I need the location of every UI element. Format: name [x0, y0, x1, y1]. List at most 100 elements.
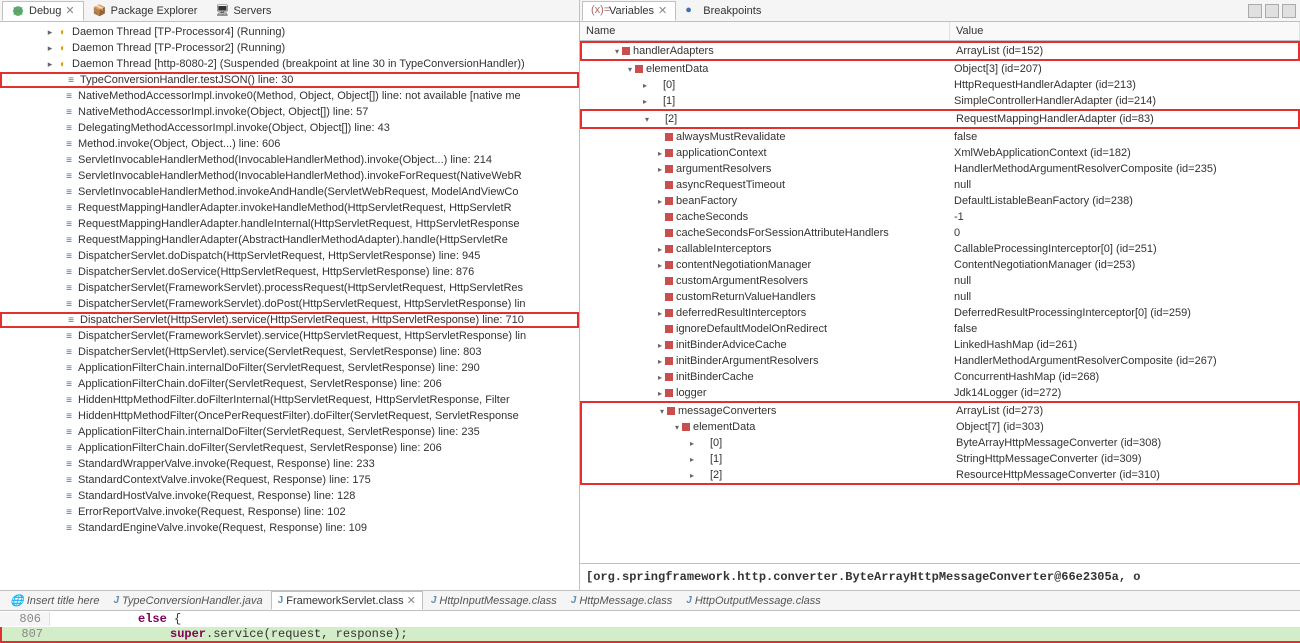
array-element-icon: [697, 470, 707, 480]
stack-frame[interactable]: ≡DispatcherServlet(FrameworkServlet).ser…: [0, 328, 579, 344]
tab-debug[interactable]: Debug ✕: [2, 1, 84, 21]
java-file-icon: J: [431, 595, 437, 606]
close-icon[interactable]: ✕: [407, 594, 416, 607]
editor-tab[interactable]: JTypeConversionHandler.java: [107, 593, 268, 609]
stack-frame[interactable]: ≡DispatcherServlet.doDispatch(HttpServle…: [0, 248, 579, 264]
tab-breakpoints[interactable]: ● Breakpoints: [676, 1, 770, 21]
variable-row[interactable]: ▸[0]ByteArrayHttpMessageConverter (id=30…: [582, 435, 1298, 451]
variable-row[interactable]: ▸loggerJdk14Logger (id=272): [580, 385, 1300, 401]
stack-frame[interactable]: ≡RequestMappingHandlerAdapter.handleInte…: [0, 216, 579, 232]
thread-row[interactable]: ▸◐Daemon Thread [http-8080-2] (Suspended…: [0, 56, 579, 72]
variable-row[interactable]: ▸[2]ResourceHttpMessageConverter (id=310…: [582, 467, 1298, 483]
stack-frame[interactable]: ≡ApplicationFilterChain.internalDoFilter…: [0, 360, 579, 376]
variable-row[interactable]: ▸initBinderCacheConcurrentHashMap (id=26…: [580, 369, 1300, 385]
variable-row[interactable]: ▾[2]RequestMappingHandlerAdapter (id=83): [582, 111, 1298, 127]
variable-row[interactable]: ▸[1]SimpleControllerHandlerAdapter (id=2…: [580, 93, 1300, 109]
code-line-807-current: 807 super.service(request, response);: [0, 627, 1300, 643]
toolbar-btn-2[interactable]: [1265, 4, 1279, 18]
stack-frame-icon: ≡: [62, 249, 76, 263]
variable-row[interactable]: ▾elementDataObject[7] (id=303): [582, 419, 1298, 435]
stack-frame[interactable]: ≡TypeConversionHandler.testJSON() line: …: [0, 72, 579, 88]
variable-row[interactable]: ▾elementDataObject[3] (id=207): [580, 61, 1300, 77]
tab-package-explorer[interactable]: 📦 Package Explorer: [84, 1, 207, 21]
tab-servers[interactable]: 🖥 Servers: [206, 1, 280, 21]
stack-frame-icon: ≡: [62, 329, 76, 343]
variables-icon: (x)=: [591, 4, 605, 18]
stack-frame[interactable]: ≡ApplicationFilterChain.doFilter(Servlet…: [0, 440, 579, 456]
field-icon: [665, 309, 673, 317]
package-icon: 📦: [93, 4, 107, 18]
variable-row[interactable]: ▾handlerAdaptersArrayList (id=152): [582, 43, 1298, 59]
editor-body[interactable]: 806 else { 807 super.service(request, re…: [0, 611, 1300, 643]
stack-frame[interactable]: ≡NativeMethodAccessorImpl.invoke(Object,…: [0, 104, 579, 120]
stack-frame[interactable]: ≡DispatcherServlet(FrameworkServlet).pro…: [0, 280, 579, 296]
field-icon: [682, 423, 690, 431]
tab-variables[interactable]: (x)= Variables ✕: [582, 1, 676, 21]
stack-frame[interactable]: ≡DispatcherServlet.doService(HttpServlet…: [0, 264, 579, 280]
stack-frame[interactable]: ≡DispatcherServlet(HttpServlet).service(…: [0, 312, 579, 328]
variable-row[interactable]: cacheSecondsForSessionAttributeHandlers0: [580, 225, 1300, 241]
stack-frame[interactable]: ≡RequestMappingHandlerAdapter.invokeHand…: [0, 200, 579, 216]
stack-frame[interactable]: ≡ServletInvocableHandlerMethod.invokeAnd…: [0, 184, 579, 200]
thread-row[interactable]: ▸◐Daemon Thread [TP-Processor2] (Running…: [0, 40, 579, 56]
variable-row[interactable]: ▸callableInterceptorsCallableProcessingI…: [580, 241, 1300, 257]
stack-frame-icon: ≡: [62, 505, 76, 519]
thread-row[interactable]: ▸◐Daemon Thread [TP-Processor4] (Running…: [0, 24, 579, 40]
variable-row[interactable]: ▸beanFactoryDefaultListableBeanFactory (…: [580, 193, 1300, 209]
stack-frame[interactable]: ≡ApplicationFilterChain.internalDoFilter…: [0, 424, 579, 440]
editor-tab[interactable]: JHttpMessage.class: [565, 593, 679, 609]
variable-row[interactable]: ignoreDefaultModelOnRedirectfalse: [580, 321, 1300, 337]
field-icon: [665, 261, 673, 269]
variable-row[interactable]: ▸deferredResultInterceptorsDeferredResul…: [580, 305, 1300, 321]
debug-stack-tree[interactable]: ▸◐Daemon Thread [TP-Processor4] (Running…: [0, 22, 579, 590]
stack-frame-icon: ≡: [62, 217, 76, 231]
variable-row[interactable]: customArgumentResolversnull: [580, 273, 1300, 289]
variables-table-header: Name Value: [580, 22, 1300, 41]
column-name[interactable]: Name: [580, 22, 950, 40]
array-element-icon: [652, 114, 662, 124]
variable-row[interactable]: ▸initBinderAdviceCacheLinkedHashMap (id=…: [580, 337, 1300, 353]
variable-row[interactable]: ▸applicationContextXmlWebApplicationCont…: [580, 145, 1300, 161]
editor-tab[interactable]: 🌐Insert title here: [4, 592, 105, 609]
variable-row[interactable]: ▸argumentResolversHandlerMethodArgumentR…: [580, 161, 1300, 177]
field-icon: [665, 293, 673, 301]
stack-frame-icon: ≡: [64, 73, 78, 87]
stack-frame[interactable]: ≡Method.invoke(Object, Object...) line: …: [0, 136, 579, 152]
stack-frame[interactable]: ≡DispatcherServlet(HttpServlet).service(…: [0, 344, 579, 360]
stack-frame[interactable]: ≡ServletInvocableHandlerMethod(Invocable…: [0, 168, 579, 184]
stack-frame[interactable]: ≡DelegatingMethodAccessorImpl.invoke(Obj…: [0, 120, 579, 136]
stack-frame[interactable]: ≡StandardEngineValve.invoke(Request, Res…: [0, 520, 579, 536]
editor-tab[interactable]: JFrameworkServlet.class ✕: [271, 591, 423, 610]
stack-frame[interactable]: ≡StandardWrapperValve.invoke(Request, Re…: [0, 456, 579, 472]
toolbar-btn-1[interactable]: [1248, 4, 1262, 18]
variable-row[interactable]: customReturnValueHandlersnull: [580, 289, 1300, 305]
variable-row[interactable]: asyncRequestTimeoutnull: [580, 177, 1300, 193]
stack-frame[interactable]: ≡StandardHostValve.invoke(Request, Respo…: [0, 488, 579, 504]
editor-tab[interactable]: JHttpOutputMessage.class: [680, 593, 827, 609]
variable-row[interactable]: ▸[0]HttpRequestHandlerAdapter (id=213): [580, 77, 1300, 93]
column-value[interactable]: Value: [950, 22, 1300, 40]
stack-frame[interactable]: ≡ErrorReportValve.invoke(Request, Respon…: [0, 504, 579, 520]
close-icon[interactable]: ✕: [65, 4, 74, 17]
variable-row[interactable]: cacheSeconds-1: [580, 209, 1300, 225]
field-icon: [665, 277, 673, 285]
editor-tab[interactable]: JHttpInputMessage.class: [425, 593, 563, 609]
variable-row[interactable]: ▸initBinderArgumentResolversHandlerMetho…: [580, 353, 1300, 369]
variable-row[interactable]: alwaysMustRevalidatefalse: [580, 129, 1300, 145]
stack-frame-icon: ≡: [62, 201, 76, 215]
stack-frame[interactable]: ≡DispatcherServlet(FrameworkServlet).doP…: [0, 296, 579, 312]
menu-icon[interactable]: [1282, 4, 1296, 18]
close-icon[interactable]: ✕: [658, 4, 667, 17]
stack-frame[interactable]: ≡NativeMethodAccessorImpl.invoke0(Method…: [0, 88, 579, 104]
variable-row[interactable]: ▾messageConvertersArrayList (id=273): [582, 403, 1298, 419]
variable-row[interactable]: ▸[1]StringHttpMessageConverter (id=309): [582, 451, 1298, 467]
stack-frame[interactable]: ≡ServletInvocableHandlerMethod(Invocable…: [0, 152, 579, 168]
variables-tree[interactable]: ▾handlerAdaptersArrayList (id=152) ▾eleme…: [580, 41, 1300, 563]
stack-frame[interactable]: ≡ApplicationFilterChain.doFilter(Servlet…: [0, 376, 579, 392]
stack-frame[interactable]: ≡RequestMappingHandlerAdapter(AbstractHa…: [0, 232, 579, 248]
stack-frame[interactable]: ≡StandardContextValve.invoke(Request, Re…: [0, 472, 579, 488]
stack-frame[interactable]: ≡HiddenHttpMethodFilter.doFilterInternal…: [0, 392, 579, 408]
variable-row[interactable]: ▸contentNegotiationManagerContentNegotia…: [580, 257, 1300, 273]
stack-frame[interactable]: ≡HiddenHttpMethodFilter(OncePerRequestFi…: [0, 408, 579, 424]
stack-frame-icon: ≡: [64, 313, 78, 327]
